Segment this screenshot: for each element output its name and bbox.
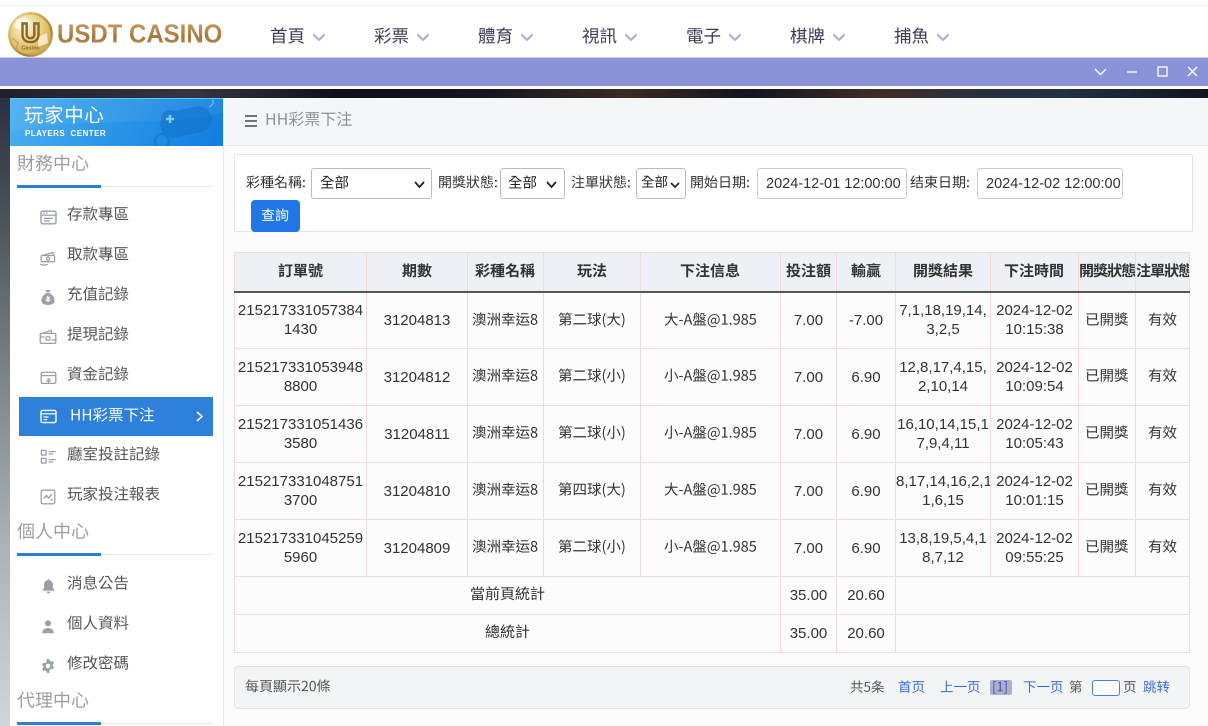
svg-text:Casino: Casino: [21, 46, 40, 52]
